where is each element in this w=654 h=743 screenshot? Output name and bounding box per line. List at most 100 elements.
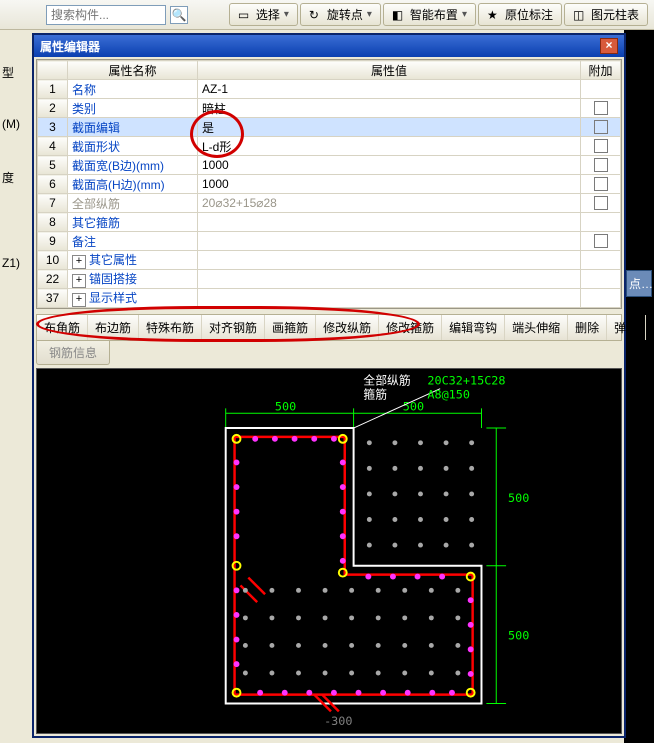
prop-value[interactable]: 1000 bbox=[198, 175, 581, 194]
checkbox[interactable] bbox=[594, 196, 608, 210]
dim-bottom: -300 bbox=[324, 714, 352, 728]
prop-value[interactable] bbox=[198, 213, 581, 232]
col-head-blank bbox=[38, 61, 68, 80]
edit-btn-4[interactable]: 画箍筋 bbox=[265, 315, 316, 340]
dim-right-1: 500 bbox=[508, 491, 529, 505]
property-row[interactable]: 2类别暗柱 bbox=[38, 99, 621, 118]
dim-top-2: 500 bbox=[403, 399, 424, 413]
col-head-name[interactable]: 属性名称 bbox=[68, 61, 198, 80]
prop-value[interactable]: AZ-1 bbox=[198, 80, 581, 99]
row-number: 10 bbox=[38, 251, 68, 270]
all-long-label: 全部纵筋 bbox=[363, 374, 410, 388]
prop-add[interactable] bbox=[581, 232, 621, 251]
checkbox[interactable] bbox=[594, 120, 608, 134]
prop-name: 截面高(H边)(mm) bbox=[68, 175, 198, 194]
property-editor-dialog: 属性编辑器 × 属性名称 属性值 附加 1名称AZ-12类别暗柱3截面编辑是4截… bbox=[32, 33, 626, 738]
prop-add[interactable] bbox=[581, 251, 621, 270]
prop-name: 类别 bbox=[68, 99, 198, 118]
close-icon[interactable]: × bbox=[600, 38, 618, 54]
rebar-edit-toolbar: 布角筋布边筋特殊布筋对齐钢筋画箍筋修改纵筋修改箍筋编辑弯钩端头伸缩删除弹出 bbox=[36, 314, 622, 341]
prop-value[interactable]: 暗柱 bbox=[198, 99, 581, 118]
prop-add[interactable] bbox=[581, 175, 621, 194]
prop-add[interactable] bbox=[581, 99, 621, 118]
left-panel-fringe: 型 (M) 度 Z1) bbox=[0, 60, 30, 274]
property-row[interactable]: 37+显示样式 bbox=[38, 289, 621, 308]
edit-btn-5[interactable]: 修改纵筋 bbox=[316, 315, 379, 340]
hoop-value: A8@150 bbox=[427, 388, 470, 402]
prop-add[interactable] bbox=[581, 270, 621, 289]
prop-add[interactable] bbox=[581, 213, 621, 232]
select-button[interactable]: ▭选择▾ bbox=[229, 3, 298, 26]
rotate-button[interactable]: ↻旋转点▾ bbox=[300, 3, 381, 26]
expand-icon[interactable]: + bbox=[72, 293, 86, 307]
prop-value[interactable] bbox=[198, 251, 581, 270]
row-number: 1 bbox=[38, 80, 68, 99]
edit-btn-8[interactable]: 端头伸缩 bbox=[505, 315, 568, 340]
search-icon[interactable]: 🔍 bbox=[170, 6, 188, 24]
row-number: 22 bbox=[38, 270, 68, 289]
property-row[interactable]: 9备注 bbox=[38, 232, 621, 251]
prop-name: +显示样式 bbox=[68, 289, 198, 308]
property-row[interactable]: 1名称AZ-1 bbox=[38, 80, 621, 99]
row-number: 5 bbox=[38, 156, 68, 175]
section-canvas[interactable]: 500 500 500 500 -300 全部纵筋 20C32+15C28 箍筋… bbox=[36, 368, 622, 734]
edit-btn-3[interactable]: 对齐钢筋 bbox=[202, 315, 265, 340]
property-row[interactable]: 10+其它属性 bbox=[38, 251, 621, 270]
property-row[interactable]: 22+锚固搭接 bbox=[38, 270, 621, 289]
row-number: 7 bbox=[38, 194, 68, 213]
top-toolbar: ▭选择▾ ↻旋转点▾ ◧智能布置▾ ★原位标注 ◫图元柱表 bbox=[229, 3, 648, 26]
col-head-add[interactable]: 附加 bbox=[581, 61, 621, 80]
rebar-info-tab[interactable]: 钢筋信息 bbox=[36, 341, 110, 365]
property-row[interactable]: 5截面宽(B边)(mm)1000 bbox=[38, 156, 621, 175]
prop-add[interactable] bbox=[581, 137, 621, 156]
loc-label-button[interactable]: ★原位标注 bbox=[478, 3, 562, 26]
prop-name: 名称 bbox=[68, 80, 198, 99]
prop-name: 其它箍筋 bbox=[68, 213, 198, 232]
edit-btn-10[interactable]: 弹出 bbox=[607, 315, 646, 340]
smart-button[interactable]: ◧智能布置▾ bbox=[383, 3, 476, 26]
dialog-title-bar: 属性编辑器 × bbox=[34, 35, 624, 57]
property-row[interactable]: 7全部纵筋20⌀32+15⌀28 bbox=[38, 194, 621, 213]
prop-value[interactable] bbox=[198, 289, 581, 308]
prop-value[interactable]: 1000 bbox=[198, 156, 581, 175]
edit-btn-7[interactable]: 编辑弯钩 bbox=[442, 315, 505, 340]
prop-value[interactable]: L-d形 bbox=[198, 137, 581, 156]
edit-btn-9[interactable]: 删除 bbox=[568, 315, 607, 340]
checkbox[interactable] bbox=[594, 158, 608, 172]
prop-value[interactable] bbox=[198, 270, 581, 289]
property-row[interactable]: 6截面高(H边)(mm)1000 bbox=[38, 175, 621, 194]
prop-add[interactable] bbox=[581, 289, 621, 308]
checkbox[interactable] bbox=[594, 101, 608, 115]
hoop-label: 箍筋 bbox=[363, 388, 387, 402]
prop-add[interactable] bbox=[581, 80, 621, 99]
edit-btn-1[interactable]: 布边筋 bbox=[88, 315, 139, 340]
edit-btn-2[interactable]: 特殊布筋 bbox=[139, 315, 202, 340]
col-table-button[interactable]: ◫图元柱表 bbox=[564, 3, 648, 26]
property-row[interactable]: 8其它箍筋 bbox=[38, 213, 621, 232]
checkbox[interactable] bbox=[594, 234, 608, 248]
prop-value[interactable]: 是 bbox=[198, 118, 581, 137]
row-number: 2 bbox=[38, 99, 68, 118]
expand-icon[interactable]: + bbox=[72, 274, 86, 288]
search-input[interactable] bbox=[46, 5, 166, 25]
prop-add[interactable] bbox=[581, 156, 621, 175]
prop-add[interactable] bbox=[581, 194, 621, 213]
property-row[interactable]: 4截面形状L-d形 bbox=[38, 137, 621, 156]
prop-value[interactable]: 20⌀32+15⌀28 bbox=[198, 194, 581, 213]
prop-value[interactable] bbox=[198, 232, 581, 251]
row-number: 37 bbox=[38, 289, 68, 308]
all-long-value: 20C32+15C28 bbox=[427, 374, 505, 388]
edit-btn-0[interactable]: 布角筋 bbox=[37, 315, 88, 340]
checkbox[interactable] bbox=[594, 139, 608, 153]
checkbox[interactable] bbox=[594, 177, 608, 191]
point-button[interactable]: 点… bbox=[626, 270, 652, 297]
row-number: 4 bbox=[38, 137, 68, 156]
edit-btn-6[interactable]: 修改箍筋 bbox=[379, 315, 442, 340]
property-row[interactable]: 3截面编辑是 bbox=[38, 118, 621, 137]
prop-name: 截面宽(B边)(mm) bbox=[68, 156, 198, 175]
prop-name: 截面形状 bbox=[68, 137, 198, 156]
section-outline bbox=[226, 428, 482, 703]
expand-icon[interactable]: + bbox=[72, 255, 86, 269]
col-head-value[interactable]: 属性值 bbox=[198, 61, 581, 80]
prop-add[interactable] bbox=[581, 118, 621, 137]
